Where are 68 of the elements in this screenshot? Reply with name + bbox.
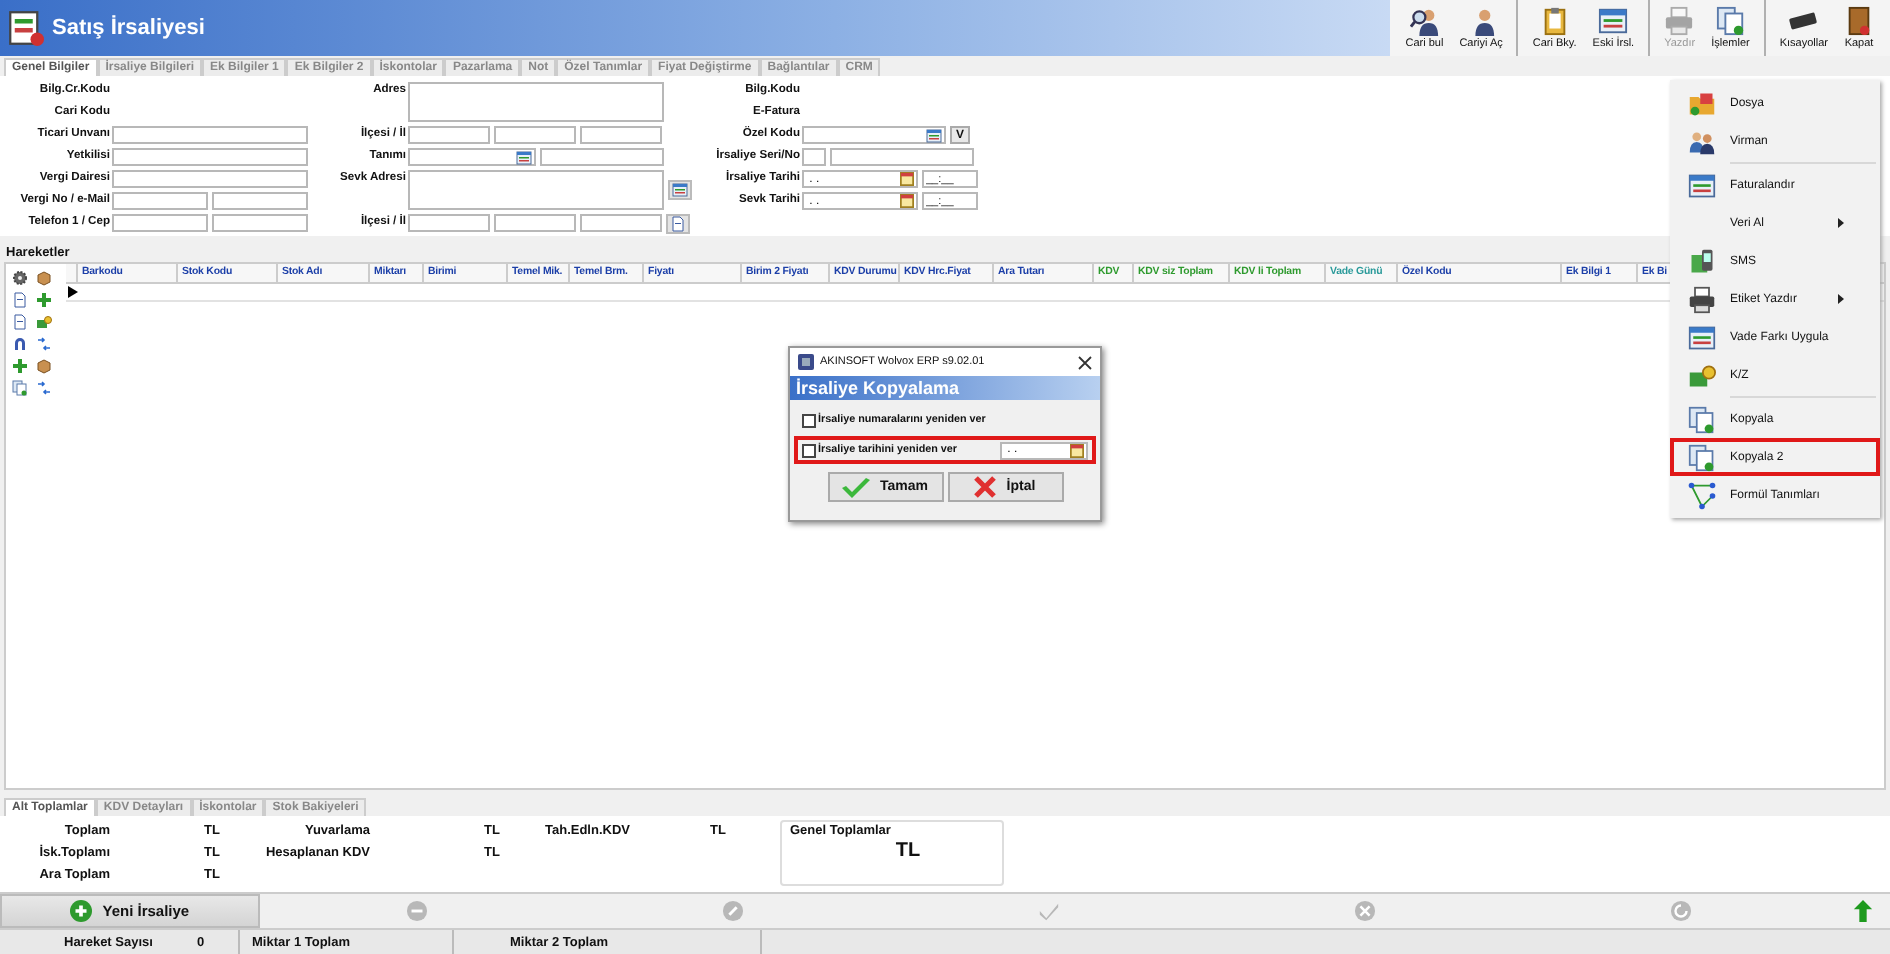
phone-icon: [1688, 247, 1716, 275]
window-icon: [926, 128, 942, 144]
input-field[interactable]: [112, 192, 208, 210]
input-field[interactable]: [830, 148, 974, 166]
text-area[interactable]: [408, 82, 664, 122]
diagram-icon: [1688, 481, 1716, 509]
gear-icon[interactable]: [12, 270, 28, 286]
input-field[interactable]: [580, 214, 662, 232]
input-field[interactable]: [802, 148, 826, 166]
printer-icon: [1664, 6, 1695, 36]
input-field[interactable]: [112, 148, 308, 166]
folder-icon: [1688, 89, 1716, 117]
window-icon: [516, 150, 532, 166]
person-search-icon: [1409, 6, 1440, 36]
input-field[interactable]: [212, 214, 308, 232]
documents-icon: [12, 380, 28, 396]
calendar-icon[interactable]: [900, 172, 914, 186]
document-icon: [8, 10, 44, 46]
documents-icon: [1715, 6, 1746, 36]
box-icon[interactable]: [36, 270, 52, 286]
submenu-arrow-icon: [1838, 218, 1844, 228]
magnet-icon[interactable]: [12, 336, 28, 352]
window-icon: [672, 182, 688, 198]
document-icon[interactable]: [12, 292, 28, 308]
app-icon: [798, 354, 814, 370]
lookup-field[interactable]: [408, 148, 536, 166]
close-icon[interactable]: [1078, 355, 1092, 369]
box-icon[interactable]: [36, 358, 52, 374]
coins-icon: [1688, 361, 1716, 389]
check-icon: [842, 477, 870, 497]
input-field[interactable]: [112, 126, 308, 144]
calendar-icon[interactable]: [900, 194, 914, 208]
close-icon: [974, 476, 997, 498]
people-icon: [1688, 127, 1716, 155]
grand-total-value: TL: [893, 840, 921, 862]
input-field[interactable]: [408, 214, 490, 232]
plus-icon[interactable]: [12, 358, 28, 374]
printer-icon: [1688, 285, 1716, 313]
document-icon[interactable]: [12, 314, 28, 330]
submenu-arrow-icon: [1838, 294, 1844, 304]
up-arrow-icon[interactable]: [1852, 900, 1875, 922]
input-field[interactable]: [540, 148, 664, 166]
plus-circle-icon: [70, 900, 93, 922]
documents-icon: [1688, 405, 1716, 433]
input-field[interactable]: [580, 126, 662, 144]
input-field[interactable]: [494, 126, 576, 144]
checkbox[interactable]: [802, 413, 816, 427]
input-field[interactable]: [112, 170, 308, 188]
plus-icon[interactable]: [36, 292, 52, 308]
input-field[interactable]: [112, 214, 208, 232]
input-field[interactable]: [212, 192, 308, 210]
lookup-field[interactable]: [802, 126, 946, 144]
coins-icon: [36, 314, 52, 330]
window-icon: [1688, 171, 1716, 199]
documents-icon: [1688, 443, 1716, 471]
window-icon: [1688, 323, 1716, 351]
dialog-heading: İrsaliye Kopyalama: [790, 376, 1100, 400]
arrows-icon[interactable]: [36, 336, 52, 352]
input-field[interactable]: [408, 126, 490, 144]
clipboard-icon: [1539, 6, 1570, 36]
window-icon: [1598, 6, 1629, 36]
input-field[interactable]: [494, 214, 576, 232]
checkbox[interactable]: [802, 443, 816, 457]
door-icon: [1844, 6, 1874, 36]
window-title: Satış İrsaliyesi: [52, 16, 205, 40]
side-button[interactable]: [668, 180, 692, 200]
arrows-icon[interactable]: [36, 380, 52, 396]
row-pointer-icon: [68, 286, 78, 298]
